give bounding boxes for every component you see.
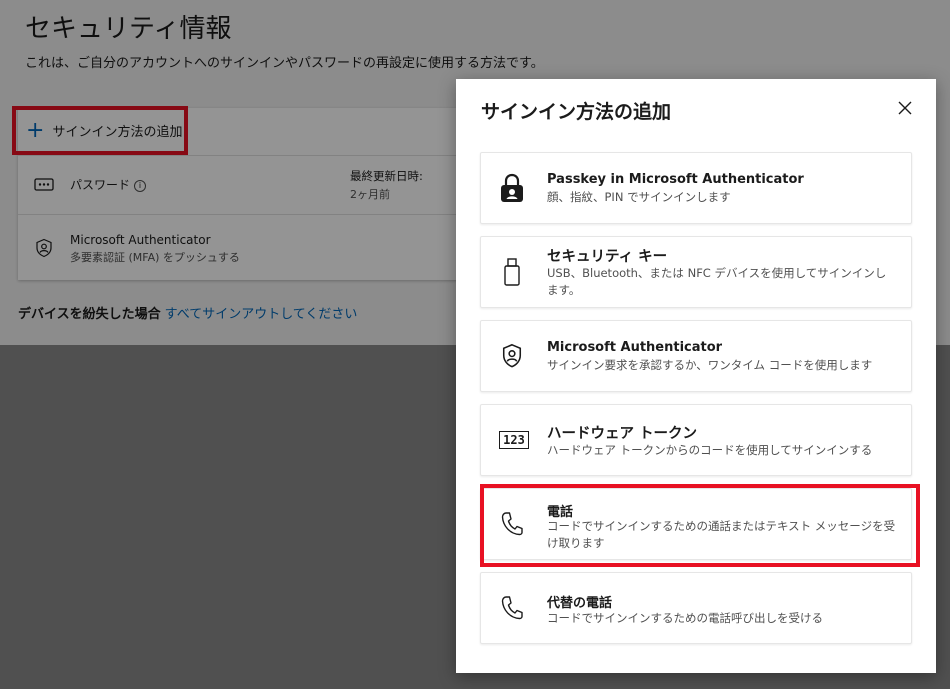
usb-key-icon <box>497 257 527 287</box>
authenticator-icon <box>497 341 527 371</box>
option-description: コードでサインインするための電話呼び出しを受ける <box>547 611 823 625</box>
phone-icon <box>497 509 527 539</box>
dialog-title: サインイン方法の追加 <box>481 101 672 123</box>
option-microsoft-authenticator[interactable]: Microsoft Authenticator サインイン要求を承認するか、ワン… <box>480 320 912 392</box>
option-description: ハードウェア トークンからのコードを使用してサインインする <box>547 443 873 457</box>
option-description: 顔、指紋、PIN でサインインします <box>547 190 731 204</box>
token-123-text: 123 <box>499 431 529 449</box>
option-title: セキュリティ キー <box>547 249 668 265</box>
add-method-dialog: サインイン方法の追加 Passkey in Microsoft Authenti… <box>456 79 936 673</box>
phone-icon <box>497 593 527 623</box>
option-title: ハードウェア トークン <box>547 426 698 442</box>
option-description: USB、Bluetooth、または NFC デバイスを使用してサインインします。 <box>547 266 887 297</box>
option-title: 代替の電話 <box>547 596 613 611</box>
option-description: コードでサインインするための通話またはテキスト メッセージを受け取ります <box>547 519 896 550</box>
close-icon[interactable] <box>896 99 914 117</box>
option-hardware-token[interactable]: 123 ハードウェア トークン ハードウェア トークンからのコードを使用してサイ… <box>480 404 912 476</box>
option-description: サインイン要求を承認するか、ワンタイム コードを使用します <box>547 358 873 372</box>
option-title: Microsoft Authenticator <box>547 340 723 355</box>
option-alternate-phone[interactable]: 代替の電話 コードでサインインするための電話呼び出しを受ける <box>480 572 912 644</box>
option-security-key[interactable]: セキュリティ キー USB、Bluetooth、または NFC デバイスを使用し… <box>480 236 912 308</box>
option-passkey[interactable]: Passkey in Microsoft Authenticator 顔、指紋、… <box>480 152 912 224</box>
token-123-icon: 123 <box>497 425 531 455</box>
option-phone[interactable]: 電話 コードでサインインするための通話またはテキスト メッセージを受け取ります <box>480 488 912 560</box>
passkey-lock-icon <box>497 173 527 203</box>
option-title: Passkey in Microsoft Authenticator <box>547 172 804 187</box>
